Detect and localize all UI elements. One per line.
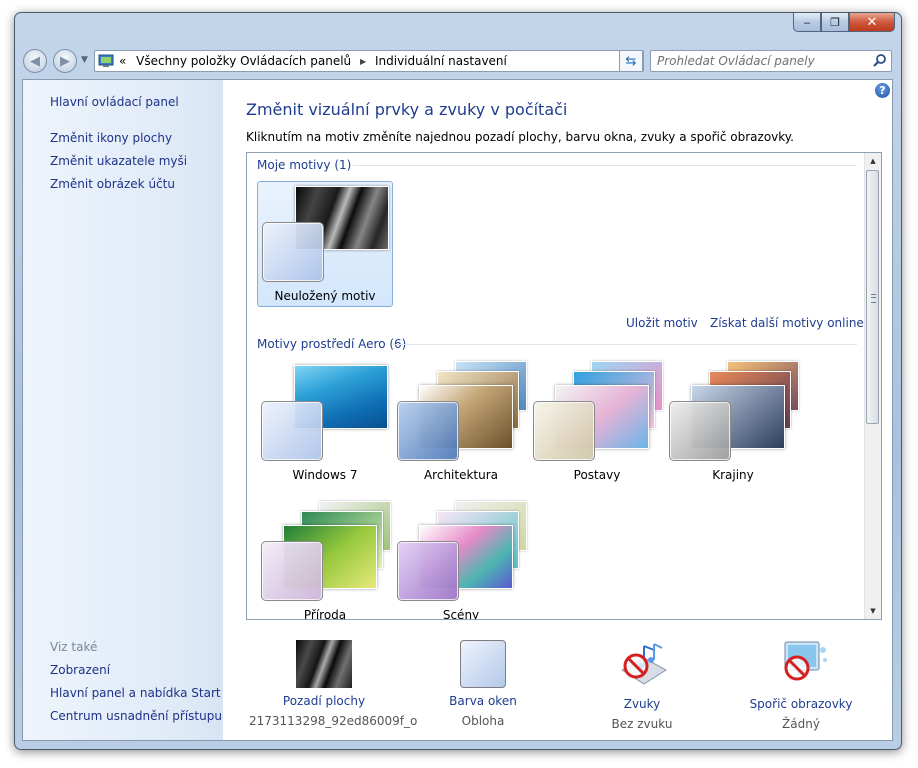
window-color-label[interactable]: Barva oken [408,694,558,708]
address-bar[interactable]: « Všechny položky Ovládacích panelů ▶ In… [94,50,644,72]
search-input[interactable] [651,51,873,71]
screensaver-disabled-icon [784,641,827,681]
window-color-swatch [261,401,323,461]
theme-windows-7[interactable]: Windows 7 [257,361,393,487]
theme-name: Scény [442,608,480,620]
get-more-themes-link[interactable]: Získat další motivy online [710,316,864,330]
scroll-up-arrow-icon[interactable]: ▲ [865,153,881,169]
my-themes-group-label[interactable]: Moje motivy (1) [257,158,351,172]
navigation-bar: ◀ ▶ ▼ « Všechny položky Ovládacích panel… [15,47,901,75]
group-divider [353,165,857,166]
forward-arrow-icon: ▶ [60,53,70,69]
see-also-ease-of-access[interactable]: Centrum usnadnění přístupu [50,709,222,723]
group-divider [393,344,857,345]
screensaver-label[interactable]: Spořič obrazovky [726,697,876,711]
sidebar-link-mouse-pointers[interactable]: Změnit ukazatele myši [50,154,187,168]
save-theme-link[interactable]: Uložit motiv [626,316,698,330]
see-also-taskbar[interactable]: Hlavní panel a nabídka Start [50,686,221,700]
desktop-background-icon [296,640,352,688]
task-pane: Hlavní ovládací panel Změnit ikony ploch… [23,80,223,740]
control-panel-icon [98,54,114,67]
sounds-label[interactable]: Zvuky [567,697,717,711]
page-description: Kliknutím na motiv změníte najednou poza… [246,130,794,144]
recent-pages-dropdown[interactable]: ▼ [81,55,88,65]
window-color-swatch [261,541,323,601]
sidebar-link-desktop-icons[interactable]: Změnit ikony plochy [50,131,172,145]
title-bar[interactable]: ‒ ❐ ✕ [15,13,901,43]
theme-name: Windows 7 [292,468,358,482]
breadcrumb-all-items[interactable]: Všechny položky Ovládacích panelů [136,54,351,68]
scroll-thumb[interactable] [866,170,879,424]
theme-name: Neuložený motiv [274,289,376,303]
window-color-swatch [533,401,595,461]
close-button[interactable]: ✕ [849,13,895,32]
theme-unsaved[interactable]: Neuložený motiv [257,181,393,307]
breadcrumb: « Všechny položky Ovládacích panelů ▶ In… [119,54,507,68]
page-title: Změnit vizuální prvky a zvuky v počítači [246,100,568,119]
window-color-swatch [669,401,731,461]
theme-postavy[interactable]: Postavy [529,361,665,487]
help-button[interactable]: ? [875,83,890,98]
see-also-heading: Viz také [50,640,98,654]
minimize-button[interactable]: ‒ [793,13,821,32]
sounds-disabled-icon [621,643,667,685]
caption-buttons: ‒ ❐ ✕ [793,13,895,32]
breadcrumb-overflow[interactable]: « [119,54,126,68]
theme-name: Architektura [423,468,499,482]
themes-list[interactable]: Moje motivy (1) Neuložený motiv Uložit m… [246,152,882,620]
window-color-icon [460,640,506,688]
window-color-swatch [397,401,459,461]
theme-krajiny[interactable]: Krajiny [665,361,801,487]
see-also-display[interactable]: Zobrazení [50,663,110,677]
scroll-grip-icon [871,294,876,303]
themes-scrollbar[interactable]: ▲ ▼ [864,153,881,619]
search-box [650,50,892,72]
window-color-value: Obloha [461,714,505,728]
main-content: ? Změnit vizuální prvky a zvuky v počíta… [223,80,892,740]
theme-architektura[interactable]: Architektura [393,361,529,487]
sidebar-link-account-picture[interactable]: Změnit obrázek účtu [50,177,175,191]
breadcrumb-personalization[interactable]: Individuální nastavení [375,54,507,68]
theme-name: Krajiny [712,468,754,482]
window-color-setting[interactable]: Barva oken Obloha [408,640,558,728]
theme-name: Postavy [573,468,621,482]
window-color-swatch [262,222,324,282]
sounds-setting[interactable]: Zvuky Bez zvuku [567,640,717,731]
window-color-swatch [397,541,459,601]
desktop-background-value: 2173113298_92ed86009f_o [249,714,418,728]
control-panel-window: ‒ ❐ ✕ ◀ ▶ ▼ « Všechny položky Ovládacích… [14,12,902,750]
theme-name: Příroda [303,608,347,620]
search-icon[interactable] [872,53,888,69]
screensaver-value: Žádný [782,717,820,731]
theme-priroda[interactable]: Příroda [257,501,393,620]
client-area: Hlavní ovládací panel Změnit ikony ploch… [22,79,893,741]
screensaver-setting[interactable]: Spořič obrazovky Žádný [726,640,876,731]
back-arrow-icon: ◀ [30,53,40,69]
sounds-value: Bez zvuku [611,717,673,731]
help-icon: ? [879,84,886,97]
refresh-button[interactable]: ⇆ [619,50,643,72]
maximize-button[interactable]: ❐ [821,13,849,32]
back-button[interactable]: ◀ [23,49,47,73]
aero-themes-group-label[interactable]: Motivy prostředí Aero (6) [257,337,406,351]
sidebar-link-home[interactable]: Hlavní ovládací panel [50,95,179,109]
theme-sceny[interactable]: Scény [393,501,529,620]
refresh-icon: ⇆ [625,53,637,69]
scroll-down-arrow-icon[interactable]: ▼ [865,603,881,619]
forward-button[interactable]: ▶ [53,49,77,73]
desktop-background-label[interactable]: Pozadí plochy [249,694,399,708]
breadcrumb-separator[interactable]: ▶ [360,57,366,66]
desktop-background-setting[interactable]: Pozadí plochy 2173113298_92ed86009f_o [249,640,418,728]
